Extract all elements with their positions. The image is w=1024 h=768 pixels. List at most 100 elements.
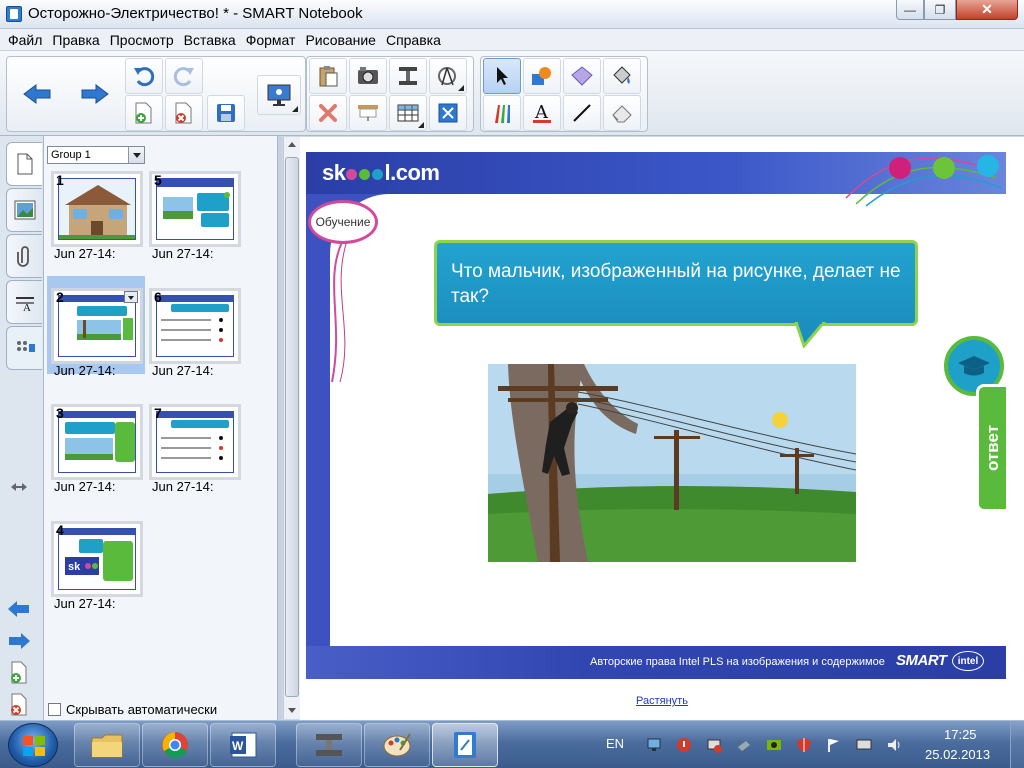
- page-thumbnail-2[interactable]: 2: [51, 288, 143, 364]
- menu-format[interactable]: Формат: [242, 32, 302, 48]
- taskbar-smart-notebook[interactable]: [432, 723, 498, 767]
- move-panel-right-button[interactable]: [6, 628, 32, 654]
- maximize-button[interactable]: ❐: [924, 0, 956, 20]
- shapes-button[interactable]: [523, 58, 561, 94]
- autohide-checkbox[interactable]: [48, 703, 61, 716]
- network-warning-icon[interactable]: [706, 737, 722, 753]
- screen-capture-button[interactable]: [349, 58, 387, 94]
- tab-page-sorter[interactable]: [6, 142, 42, 186]
- taskbar-chrome[interactable]: [142, 723, 208, 767]
- select-icon: [497, 67, 508, 85]
- line-button[interactable]: [563, 95, 601, 131]
- forward-arrow-button[interactable]: [67, 57, 123, 131]
- full-screen-button[interactable]: [429, 95, 467, 131]
- clock-date[interactable]: 25.02.2013: [925, 747, 990, 762]
- scroll-down-icon[interactable]: [284, 703, 300, 719]
- taskbar-document-camera[interactable]: [296, 723, 362, 767]
- eraser-icon: [612, 105, 632, 123]
- panel-splitter[interactable]: [278, 136, 282, 720]
- autohide-checkbox-row[interactable]: Скрывать автоматически: [48, 702, 217, 717]
- page-number: 1: [56, 172, 64, 188]
- close-button[interactable]: ✕: [956, 0, 1018, 20]
- vertical-scrollbar[interactable]: [283, 137, 300, 719]
- document-camera-button[interactable]: [389, 58, 427, 94]
- folder-icon: [91, 734, 123, 758]
- tab-attachments[interactable]: [6, 234, 42, 278]
- show-desktop-button[interactable]: [1010, 721, 1024, 768]
- taskbar-explorer[interactable]: [74, 723, 140, 767]
- eraser-button[interactable]: [603, 95, 641, 131]
- tab-properties[interactable]: A: [6, 280, 42, 324]
- delete-page-icon: [11, 693, 27, 716]
- group-dropdown[interactable]: Group 1: [47, 146, 145, 164]
- addons-icon: [16, 341, 35, 352]
- minimize-button[interactable]: —: [896, 0, 924, 20]
- tab-gallery[interactable]: [6, 188, 42, 232]
- page-thumbnail-7[interactable]: 7: [149, 404, 241, 480]
- menu-draw[interactable]: Рисование: [301, 32, 382, 48]
- volume-icon[interactable]: [886, 737, 902, 753]
- speech-bubble-tail: [794, 322, 826, 348]
- table-button[interactable]: [389, 95, 427, 131]
- page-thumbnail-5[interactable]: 5: [149, 171, 241, 247]
- gallery-icon: [14, 200, 35, 220]
- forward-arrow-icon: [81, 84, 109, 104]
- ribbon-swirl-icon: [331, 241, 347, 383]
- workspace-canvas[interactable]: sk l.com Обучение Что мальчик, изображен…: [300, 137, 1024, 720]
- undo-button[interactable]: [125, 58, 163, 94]
- menu-insert[interactable]: Вставка: [180, 32, 242, 48]
- fill-button[interactable]: [603, 58, 641, 94]
- tab-addons[interactable]: [6, 326, 42, 370]
- nvidia-icon[interactable]: [766, 737, 782, 753]
- delete-page-button[interactable]: [165, 95, 203, 131]
- sidebar-add-page-button[interactable]: [6, 660, 32, 686]
- page-number: 7: [154, 405, 162, 421]
- usb-icon[interactable]: [736, 737, 752, 753]
- menu-file[interactable]: Файл: [4, 32, 48, 48]
- redo-icon: [173, 67, 194, 87]
- network-icon[interactable]: [646, 737, 662, 753]
- screen-shade-button[interactable]: [349, 95, 387, 131]
- toolbar: A: [0, 51, 1024, 136]
- display-mode-button[interactable]: [257, 75, 301, 115]
- clock-time[interactable]: 17:25: [944, 727, 977, 742]
- page-menu-dropdown[interactable]: [124, 291, 138, 303]
- move-panel-left-button[interactable]: [6, 596, 32, 622]
- smart-notebook-app-icon[interactable]: [6, 6, 22, 22]
- page-3-image: [59, 412, 135, 472]
- page-thumbnail-1[interactable]: 1: [51, 171, 143, 247]
- language-indicator[interactable]: EN: [606, 736, 624, 751]
- display-icon[interactable]: [856, 737, 872, 753]
- save-button[interactable]: [207, 95, 245, 131]
- select-button[interactable]: [483, 58, 521, 94]
- security-shield-icon[interactable]: [796, 737, 812, 753]
- start-button[interactable]: [8, 723, 58, 767]
- antivirus-icon[interactable]: [676, 737, 692, 753]
- resize-panel-handle[interactable]: [6, 474, 32, 500]
- menu-help[interactable]: Справка: [382, 32, 447, 48]
- redo-button[interactable]: [165, 58, 203, 94]
- page-thumbnail-4[interactable]: sk 4: [51, 521, 143, 597]
- measurement-tools-button[interactable]: [429, 58, 467, 94]
- delete-button[interactable]: [309, 95, 347, 131]
- pens-button[interactable]: [483, 95, 521, 131]
- menu-view[interactable]: Просмотр: [106, 32, 180, 48]
- new-page-button[interactable]: [125, 95, 163, 131]
- taskbar-word[interactable]: W: [210, 723, 276, 767]
- scroll-up-icon[interactable]: [284, 137, 300, 153]
- action-center-flag-icon[interactable]: [826, 737, 842, 753]
- page-thumbnail-6[interactable]: 6: [149, 288, 241, 364]
- left-arrow-icon: [8, 601, 29, 617]
- menu-edit[interactable]: Правка: [48, 32, 105, 48]
- page-thumbnail-3[interactable]: 3: [51, 404, 143, 480]
- chevron-down-icon[interactable]: [128, 147, 144, 163]
- page-number: 3: [56, 405, 64, 421]
- sidebar-delete-page-button[interactable]: [6, 692, 32, 718]
- back-arrow-button[interactable]: [9, 57, 65, 131]
- eraser-shape-button[interactable]: [563, 58, 601, 94]
- scrollbar-thumb[interactable]: [285, 157, 299, 697]
- taskbar-paint[interactable]: [364, 723, 430, 767]
- text-button[interactable]: A: [523, 95, 561, 131]
- paste-button[interactable]: [309, 58, 347, 94]
- stretch-page-link[interactable]: Растянуть: [636, 695, 688, 707]
